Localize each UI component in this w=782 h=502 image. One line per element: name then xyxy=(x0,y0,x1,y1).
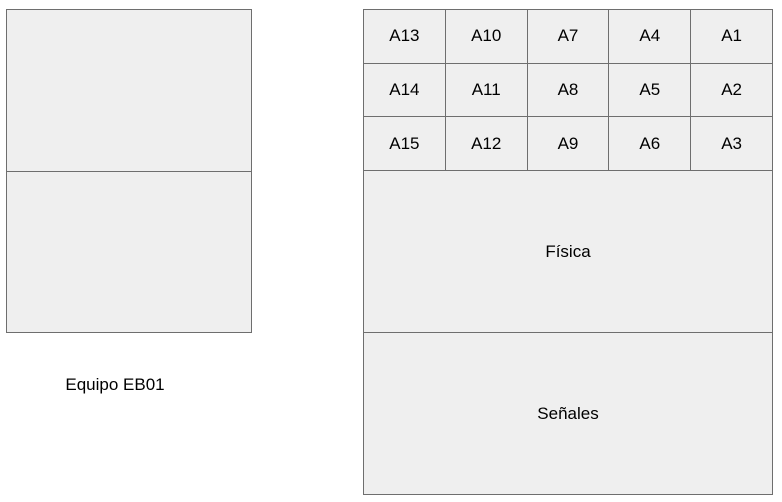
slot-cell: A8 xyxy=(527,63,610,118)
equipo-upper-section xyxy=(6,9,252,172)
slot-cell: A10 xyxy=(445,10,528,64)
fisica-label: Física xyxy=(545,241,591,261)
slot-cell: A9 xyxy=(527,117,610,171)
slot-cell: A11 xyxy=(445,63,528,118)
slot-cell: A13 xyxy=(364,10,446,64)
slot-cell: A1 xyxy=(691,10,773,64)
slot-cell: A7 xyxy=(527,10,610,64)
slot-cell: A14 xyxy=(364,63,446,118)
senales-panel: Señales xyxy=(363,332,773,495)
senales-label: Señales xyxy=(537,403,599,423)
slot-cell: A15 xyxy=(364,117,446,171)
slot-cell: A5 xyxy=(609,63,692,118)
fisica-panel: Física xyxy=(363,170,773,333)
equipo-lower-section xyxy=(6,171,252,333)
slot-grid: A13 A10 A7 A4 A1 A14 A11 A8 A5 A2 A15 A1… xyxy=(363,9,773,171)
slot-cell: A2 xyxy=(691,63,773,118)
slot-cell: A3 xyxy=(691,117,773,171)
slot-cell: A6 xyxy=(609,117,692,171)
equipo-label: Equipo EB01 xyxy=(65,375,165,394)
slot-cell: A4 xyxy=(609,10,692,64)
slot-cell: A12 xyxy=(445,117,528,171)
